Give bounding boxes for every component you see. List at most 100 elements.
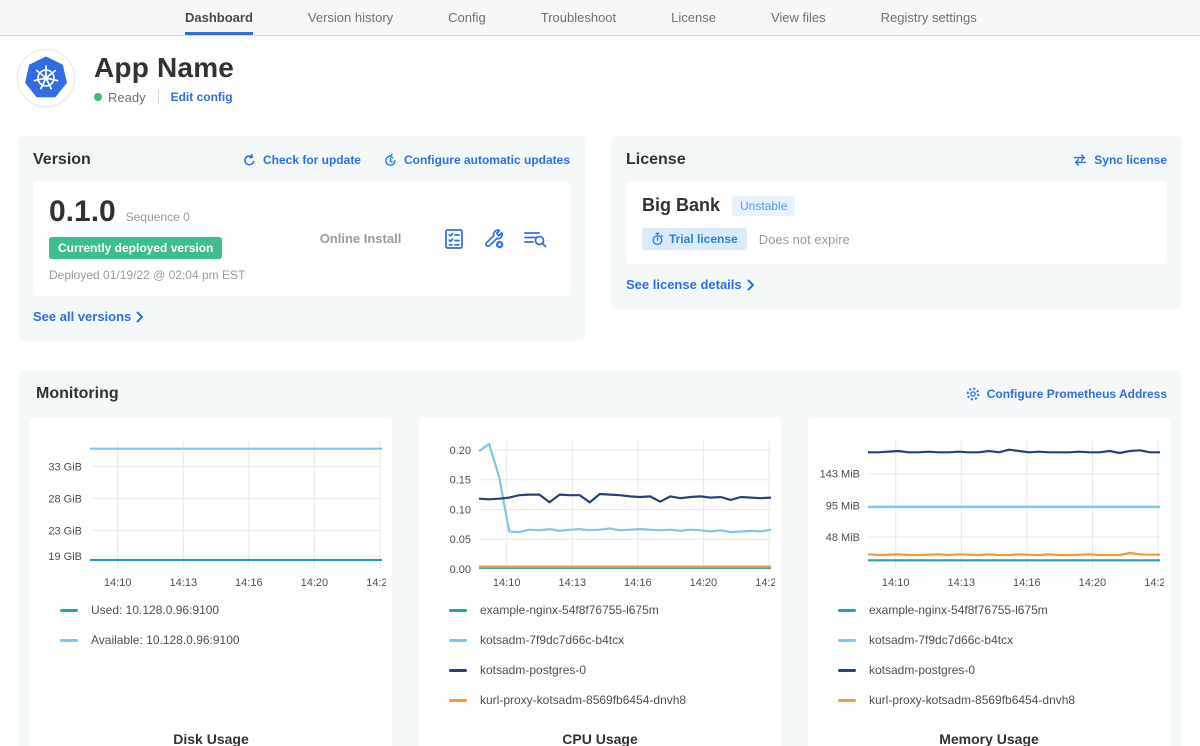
legend-item: kotsadm-7f9dc7d66c-b4tcx — [449, 633, 777, 647]
svg-text:14:20: 14:20 — [690, 577, 718, 589]
charts-row: 33 GiB28 GiB23 GiB19 GiB14:1014:1314:161… — [30, 417, 1170, 746]
legend-swatch — [449, 699, 467, 702]
svg-text:14:13: 14:13 — [170, 577, 198, 589]
legend-label: Used: 10.128.0.96:9100 — [91, 603, 219, 617]
view-logs-icon[interactable] — [522, 227, 548, 251]
sync-license-link[interactable]: Sync license — [1072, 153, 1167, 167]
sequence-label: Sequence 0 — [126, 210, 190, 224]
configure-automatic-updates-link[interactable]: Configure automatic updates — [383, 153, 570, 168]
svg-text:14:20: 14:20 — [1079, 577, 1107, 589]
legend-item: Used: 10.128.0.96:9100 — [60, 603, 388, 617]
svg-text:23 GiB: 23 GiB — [48, 526, 82, 538]
legend-label: example-nginx-54f8f76755-l675m — [869, 603, 1048, 617]
cpu-usage-card: 0.200.150.100.050.0014:1014:1314:1614:20… — [419, 417, 781, 746]
svg-text:0.20: 0.20 — [450, 445, 471, 457]
tab-dashboard[interactable]: Dashboard — [185, 0, 253, 35]
disk-usage-card: 33 GiB28 GiB23 GiB19 GiB14:1014:1314:161… — [30, 417, 392, 746]
chart-title: Memory Usage — [812, 723, 1166, 746]
svg-text:14:16: 14:16 — [1013, 577, 1041, 589]
preflight-checklist-icon[interactable] — [442, 227, 466, 251]
edit-config-link[interactable]: Edit config — [171, 90, 233, 104]
chevron-right-icon — [136, 311, 144, 323]
sync-arrows-icon — [1072, 153, 1088, 167]
clock-refresh-icon — [383, 153, 398, 168]
svg-text:14:23: 14:23 — [755, 577, 775, 589]
version-card: Version Check for update Configure au — [18, 136, 585, 341]
svg-text:0.15: 0.15 — [450, 475, 471, 487]
legend-swatch — [838, 669, 856, 672]
configure-prometheus-link[interactable]: Configure Prometheus Address — [965, 386, 1167, 402]
tab-troubleshoot[interactable]: Troubleshoot — [541, 0, 616, 35]
tab-registry-settings[interactable]: Registry settings — [881, 0, 977, 35]
legend-label: kurl-proxy-kotsadm-8569fb6454-dnvh8 — [480, 693, 686, 707]
disk-usage-legend: Used: 10.128.0.96:9100 Available: 10.128.… — [60, 603, 388, 663]
expiry-text: Does not expire — [759, 232, 850, 247]
svg-text:0.05: 0.05 — [450, 534, 471, 546]
top-nav: Dashboard Version history Config Trouble… — [0, 0, 1200, 36]
license-card: License Sync license Big Bank Unstable — [611, 136, 1182, 309]
svg-text:143 MiB: 143 MiB — [820, 469, 860, 481]
gear-icon — [965, 386, 981, 402]
refresh-icon — [242, 153, 257, 168]
monitoring-section: Monitoring Configure Prometheus Address … — [18, 370, 1182, 746]
version-number: 0.1.0 — [49, 195, 116, 229]
status-dot — [94, 93, 102, 101]
legend-swatch — [449, 609, 467, 612]
svg-text:48 MiB: 48 MiB — [826, 532, 860, 544]
legend-swatch — [838, 639, 856, 642]
tab-view-files[interactable]: View files — [771, 0, 826, 35]
legend-swatch — [60, 639, 78, 642]
license-card-title: License — [626, 151, 686, 169]
page-title: App Name — [94, 52, 234, 84]
app-header: App Name Ready Edit config — [18, 50, 1182, 106]
legend-label: Available: 10.128.0.96:9100 — [91, 633, 240, 647]
legend-swatch — [838, 609, 856, 612]
svg-text:95 MiB: 95 MiB — [826, 501, 860, 513]
legend-swatch — [60, 609, 78, 612]
svg-text:14:23: 14:23 — [366, 577, 386, 589]
legend-item: kurl-proxy-kotsadm-8569fb6454-dnvh8 — [449, 693, 777, 707]
monitoring-title: Monitoring — [36, 385, 119, 403]
see-license-details-link[interactable]: See license details — [626, 277, 755, 292]
kubernetes-logo-icon — [23, 55, 69, 101]
currently-deployed-badge: Currently deployed version — [49, 237, 222, 259]
legend-item: kotsadm-postgres-0 — [838, 663, 1166, 677]
legend-item: kotsadm-postgres-0 — [449, 663, 777, 677]
legend-item: kotsadm-7f9dc7d66c-b4tcx — [838, 633, 1166, 647]
svg-text:14:10: 14:10 — [493, 577, 521, 589]
svg-text:14:10: 14:10 — [882, 577, 910, 589]
legend-item: example-nginx-54f8f76755-l675m — [449, 603, 777, 617]
tab-config[interactable]: Config — [448, 0, 486, 35]
legend-label: kotsadm-postgres-0 — [869, 663, 975, 677]
cpu-usage-chart: 0.200.150.100.050.0014:1014:1314:1614:20… — [423, 429, 775, 593]
legend-label: kurl-proxy-kotsadm-8569fb6454-dnvh8 — [869, 693, 1075, 707]
config-wrench-icon[interactable] — [482, 227, 506, 251]
legend-swatch — [838, 699, 856, 702]
check-for-update-link[interactable]: Check for update — [242, 153, 361, 168]
svg-text:14:16: 14:16 — [235, 577, 263, 589]
cpu-usage-legend: example-nginx-54f8f76755-l675m kotsadm-7f… — [449, 603, 777, 723]
channel-badge: Unstable — [732, 196, 795, 216]
version-card-title: Version — [33, 151, 91, 169]
stopwatch-icon — [651, 232, 664, 246]
svg-text:14:13: 14:13 — [559, 577, 587, 589]
see-all-versions-link[interactable]: See all versions — [33, 309, 144, 324]
legend-item: example-nginx-54f8f76755-l675m — [838, 603, 1166, 617]
svg-text:19 GiB: 19 GiB — [48, 551, 82, 563]
legend-label: kotsadm-postgres-0 — [480, 663, 586, 677]
deployed-timestamp: Deployed 01/19/22 @ 02:04 pm EST — [49, 268, 279, 282]
svg-text:0.00: 0.00 — [450, 564, 471, 576]
license-detail-panel: Big Bank Unstable Trial license Does not… — [626, 181, 1167, 264]
svg-text:14:23: 14:23 — [1144, 577, 1164, 589]
summary-cards-row: Version Check for update Configure au — [18, 136, 1182, 341]
svg-text:33 GiB: 33 GiB — [48, 462, 82, 474]
legend-swatch — [449, 639, 467, 642]
legend-swatch — [449, 669, 467, 672]
legend-item: Available: 10.128.0.96:9100 — [60, 633, 388, 647]
legend-label: kotsadm-7f9dc7d66c-b4tcx — [480, 633, 624, 647]
tab-version-history[interactable]: Version history — [308, 0, 393, 35]
legend-label: example-nginx-54f8f76755-l675m — [480, 603, 659, 617]
memory-usage-legend: example-nginx-54f8f76755-l675m kotsadm-7f… — [838, 603, 1166, 723]
tab-license[interactable]: License — [671, 0, 716, 35]
memory-usage-card: 143 MiB95 MiB48 MiB14:1014:1314:1614:201… — [808, 417, 1170, 746]
